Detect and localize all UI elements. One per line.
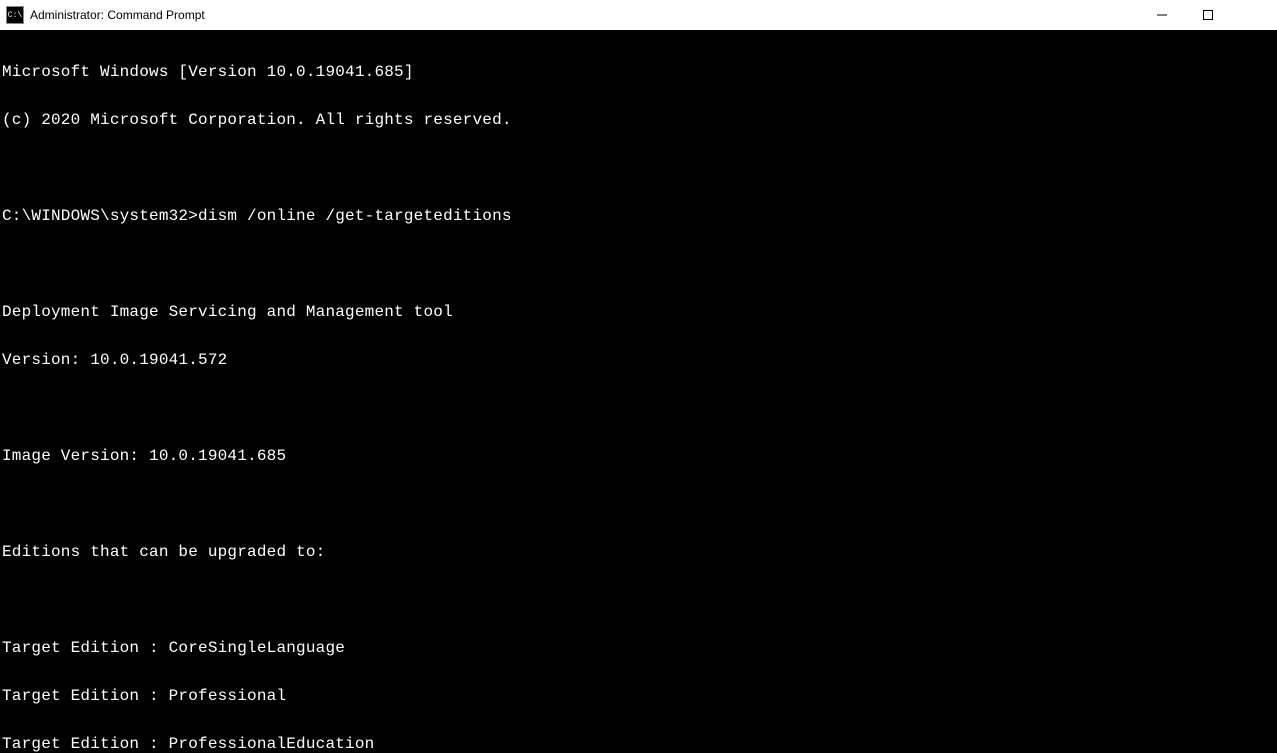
command-prompt-window: C:\ Administrator: Command Prompt Micros… [0,0,1277,753]
blank-line [2,492,1275,516]
titlebar[interactable]: C:\ Administrator: Command Prompt [0,0,1277,30]
prompt-path: C:\WINDOWS\system32> [2,207,198,225]
blank-line [2,252,1275,276]
maximize-button[interactable] [1185,0,1231,30]
blank-line [2,156,1275,180]
image-version: Image Version: 10.0.19041.685 [2,444,1275,468]
prompt-line-1: C:\WINDOWS\system32>dism /online /get-ta… [2,204,1275,228]
blank-line [2,588,1275,612]
window-controls [1139,0,1277,30]
close-button[interactable] [1231,0,1277,30]
dism-tool-version: Version: 10.0.19041.572 [2,348,1275,372]
os-header-line: Microsoft Windows [Version 10.0.19041.68… [2,60,1275,84]
edition-line: Target Edition : Professional [2,684,1275,708]
terminal-output[interactable]: Microsoft Windows [Version 10.0.19041.68… [0,30,1277,753]
minimize-icon [1157,10,1167,20]
cmd-app-icon: C:\ [6,6,24,24]
dism-tool-name: Deployment Image Servicing and Managemen… [2,300,1275,324]
edition-line: Target Edition : ProfessionalEducation [2,732,1275,753]
copyright-line: (c) 2020 Microsoft Corporation. All righ… [2,108,1275,132]
maximize-icon [1203,10,1213,20]
edition-line: Target Edition : CoreSingleLanguage [2,636,1275,660]
editions-header: Editions that can be upgraded to: [2,540,1275,564]
prompt-command: dism /online /get-targeteditions [198,207,512,225]
minimize-button[interactable] [1139,0,1185,30]
blank-line [2,396,1275,420]
window-title: Administrator: Command Prompt [30,8,205,22]
